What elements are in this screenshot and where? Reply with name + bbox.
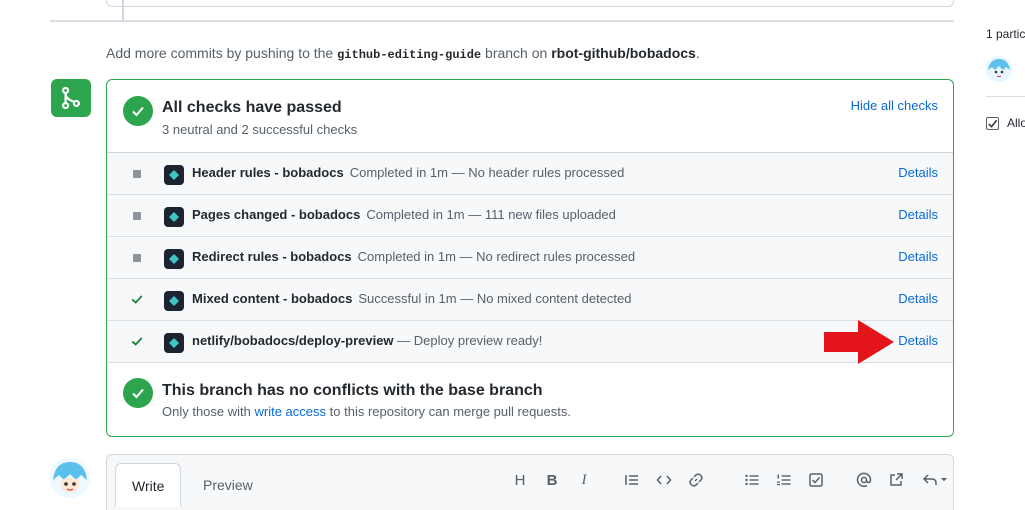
netlify-app-icon — [164, 291, 184, 311]
participants-count: 1 partic — [986, 27, 1025, 41]
timeline-line — [122, 0, 124, 20]
repo-link[interactable]: rbot-github/bobadocs — [551, 45, 696, 61]
netlify-app-icon — [164, 165, 184, 185]
italic-glyph: I — [581, 471, 587, 488]
bold-glyph: B — [546, 471, 558, 489]
check-details-link[interactable]: Details — [898, 249, 938, 264]
saved-reply-icon[interactable] — [921, 469, 951, 491]
git-merge-icon — [62, 86, 80, 110]
no-conflicts-title: This branch has no conflicts with the ba… — [162, 382, 543, 399]
check-name: Pages changed - bobadocs — [192, 207, 361, 222]
checks-title: All checks have passed — [162, 99, 342, 116]
code-icon[interactable] — [653, 469, 675, 491]
heading-icon[interactable]: H — [509, 469, 531, 491]
mention-icon[interactable] — [853, 469, 875, 491]
check-row: Redirect rules - bobadocs Completed in 1m… — [107, 237, 953, 279]
check-row: Pages changed - bobadocs Completed in 1m … — [107, 195, 953, 237]
check-details-link[interactable]: Details — [898, 333, 938, 348]
check-details-link[interactable]: Details — [898, 165, 938, 180]
timeline-divider — [50, 20, 954, 22]
branch-name[interactable]: github-editing-guide — [337, 48, 481, 62]
check-description: Completed in 1m — No redirect rules proc… — [357, 249, 636, 264]
check-description: — Deploy preview ready! — [393, 333, 543, 348]
neutral-status-icon — [133, 254, 141, 262]
check-details-link[interactable]: Details — [898, 207, 938, 222]
check-row: Header rules - bobadocs Completed in 1m —… — [107, 153, 953, 195]
checks-passed-icon — [123, 96, 153, 126]
permission-note-suffix: to this repository can merge pull reques… — [326, 404, 571, 419]
commit-hint: Add more commits by pushing to the githu… — [106, 45, 700, 62]
task-list-icon[interactable] — [805, 469, 827, 491]
heading-glyph: H — [514, 471, 526, 489]
neutral-status-icon — [133, 170, 141, 178]
netlify-app-icon — [164, 207, 184, 227]
previous-timeline-card — [106, 0, 954, 7]
commit-hint-middle: branch on — [481, 45, 552, 61]
merge-status-badge — [51, 79, 91, 117]
check-name: Redirect rules - bobadocs — [192, 249, 352, 264]
annotation-arrow-icon — [824, 320, 894, 364]
success-check-icon — [131, 337, 143, 346]
hide-all-checks-link[interactable]: Hide all checks — [851, 98, 938, 113]
check-description: Successful in 1m — No mixed content dete… — [358, 291, 632, 306]
merge-permission-note: Only those with write access to this rep… — [162, 404, 571, 419]
numbered-list-icon[interactable] — [773, 469, 795, 491]
checks-header: All checks have passed 3 neutral and 2 s… — [107, 80, 953, 153]
check-description: Completed in 1m — No header rules proces… — [349, 165, 625, 180]
check-details-link[interactable]: Details — [898, 291, 938, 306]
italic-icon[interactable]: I — [573, 469, 595, 491]
success-check-icon — [131, 295, 143, 304]
allow-edits-label: Allo — [1007, 116, 1025, 130]
tab-preview[interactable]: Preview — [187, 463, 269, 507]
netlify-app-icon — [164, 333, 184, 353]
commit-hint-suffix: . — [695, 45, 700, 61]
check-name: Header rules - bobadocs — [192, 165, 344, 180]
write-access-link[interactable]: write access — [255, 404, 327, 419]
check-description: Completed in 1m — 111 new files uploaded — [366, 207, 616, 222]
participant-avatar[interactable] — [986, 56, 1012, 82]
tab-write[interactable]: Write — [115, 463, 182, 507]
link-icon[interactable] — [685, 469, 707, 491]
check-row: Mixed content - bobadocs Successful in 1m… — [107, 279, 953, 321]
merge-box: All checks have passed 3 neutral and 2 s… — [106, 79, 954, 437]
sidebar-divider — [986, 96, 1025, 97]
neutral-status-icon — [133, 212, 141, 220]
allow-edits-checkbox[interactable] — [986, 117, 999, 130]
quote-icon[interactable] — [621, 469, 643, 491]
commit-hint-prefix: Add more commits by pushing to the — [106, 45, 338, 61]
bulleted-list-icon[interactable] — [741, 469, 763, 491]
comment-composer: Write Preview H B I — [106, 454, 954, 510]
check-name: netlify/bobadocs/deploy-preview — [192, 333, 394, 348]
user-avatar[interactable] — [50, 458, 90, 498]
bold-icon[interactable]: B — [541, 469, 563, 491]
no-conflicts-section: This branch has no conflicts with the ba… — [107, 363, 953, 435]
checks-subtitle: 3 neutral and 2 successful checks — [162, 122, 358, 137]
check-name: Mixed content - bobadocs — [192, 291, 353, 306]
netlify-app-icon — [164, 249, 184, 269]
cross-reference-icon[interactable] — [885, 469, 907, 491]
permission-note-prefix: Only those with — [162, 404, 255, 419]
no-conflicts-icon — [123, 378, 153, 408]
